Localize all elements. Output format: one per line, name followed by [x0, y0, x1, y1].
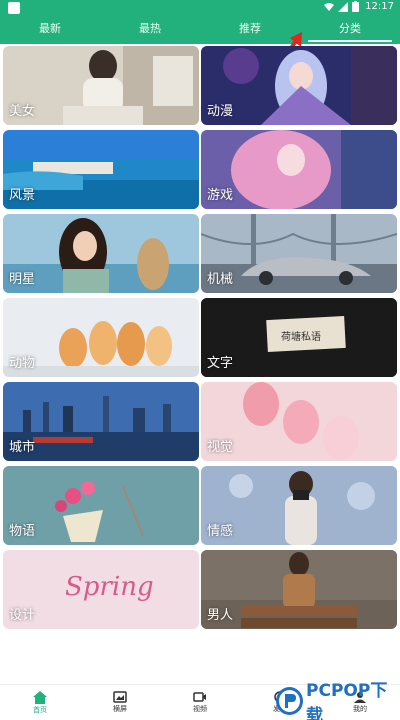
nav-label: 视频 — [193, 705, 207, 713]
category-card-games[interactable]: 游戏 — [201, 130, 397, 209]
signal-icon — [338, 1, 349, 12]
category-card-machinery[interactable]: 机械 — [201, 214, 397, 293]
category-label: 设计 — [9, 608, 36, 623]
text-card-note: 荷塘私语 — [281, 332, 321, 343]
watermark-text: PCPOP下载 — [306, 681, 388, 720]
category-label: 游戏 — [207, 188, 234, 203]
nav-label: 首页 — [33, 705, 47, 714]
nav-landscape[interactable]: 横屏 — [80, 685, 160, 720]
watermark-logo-icon — [276, 687, 304, 715]
category-label: 美女 — [9, 104, 36, 119]
home-icon — [33, 690, 47, 704]
pcpop-watermark: PCPOP下载 — [276, 681, 400, 720]
category-label: 机械 — [207, 272, 234, 287]
category-card-city[interactable]: 城市 — [3, 382, 199, 461]
category-card-celebrity[interactable]: 明星 — [3, 214, 199, 293]
nav-home[interactable]: 首页 — [0, 685, 80, 720]
category-label: 情感 — [207, 524, 234, 539]
category-label: 男人 — [207, 608, 234, 623]
landscape-icon — [113, 691, 127, 703]
app-header: 12:17 最新 最热 推荐 分类 — [0, 0, 400, 44]
category-card-animals[interactable]: 动物 — [3, 298, 199, 377]
category-label: 城市 — [9, 440, 36, 455]
category-label: 物语 — [9, 524, 36, 539]
nav-video[interactable]: 视频 — [160, 685, 240, 720]
battery-icon — [352, 1, 360, 12]
app-notification-icon — [8, 2, 20, 14]
wifi-icon — [324, 2, 335, 11]
nav-label: 横屏 — [113, 705, 127, 713]
category-tabs: 最新 最热 推荐 分类 — [0, 18, 400, 42]
status-bar: 12:17 — [0, 0, 400, 16]
tab-categories[interactable]: 分类 — [300, 18, 400, 42]
category-card-anime[interactable]: 动漫 — [201, 46, 397, 125]
category-label: 动物 — [9, 356, 36, 371]
category-card-scenery[interactable]: 风景 — [3, 130, 199, 209]
category-card-beauty[interactable]: 美女 — [3, 46, 199, 125]
category-card-story[interactable]: 物语 — [3, 466, 199, 545]
category-label: 风景 — [9, 188, 36, 203]
category-card-text[interactable]: 荷塘私语 文字 — [201, 298, 397, 377]
category-card-men[interactable]: 男人 — [201, 550, 397, 629]
category-label: 明星 — [9, 272, 36, 287]
status-icons: 12:17 — [324, 1, 394, 12]
category-card-design[interactable]: Spring 设计 — [3, 550, 199, 629]
category-card-emotion[interactable]: 情感 — [201, 466, 397, 545]
design-script-text: Spring — [65, 572, 154, 602]
tab-latest[interactable]: 最新 — [0, 18, 100, 42]
category-label: 动漫 — [207, 104, 234, 119]
tab-hottest[interactable]: 最热 — [100, 18, 200, 42]
category-label: 文字 — [207, 356, 234, 371]
status-time: 12:17 — [365, 1, 394, 12]
category-label: 视觉 — [207, 440, 234, 455]
video-icon — [193, 692, 206, 702]
category-card-visual[interactable]: 视觉 — [201, 382, 397, 461]
